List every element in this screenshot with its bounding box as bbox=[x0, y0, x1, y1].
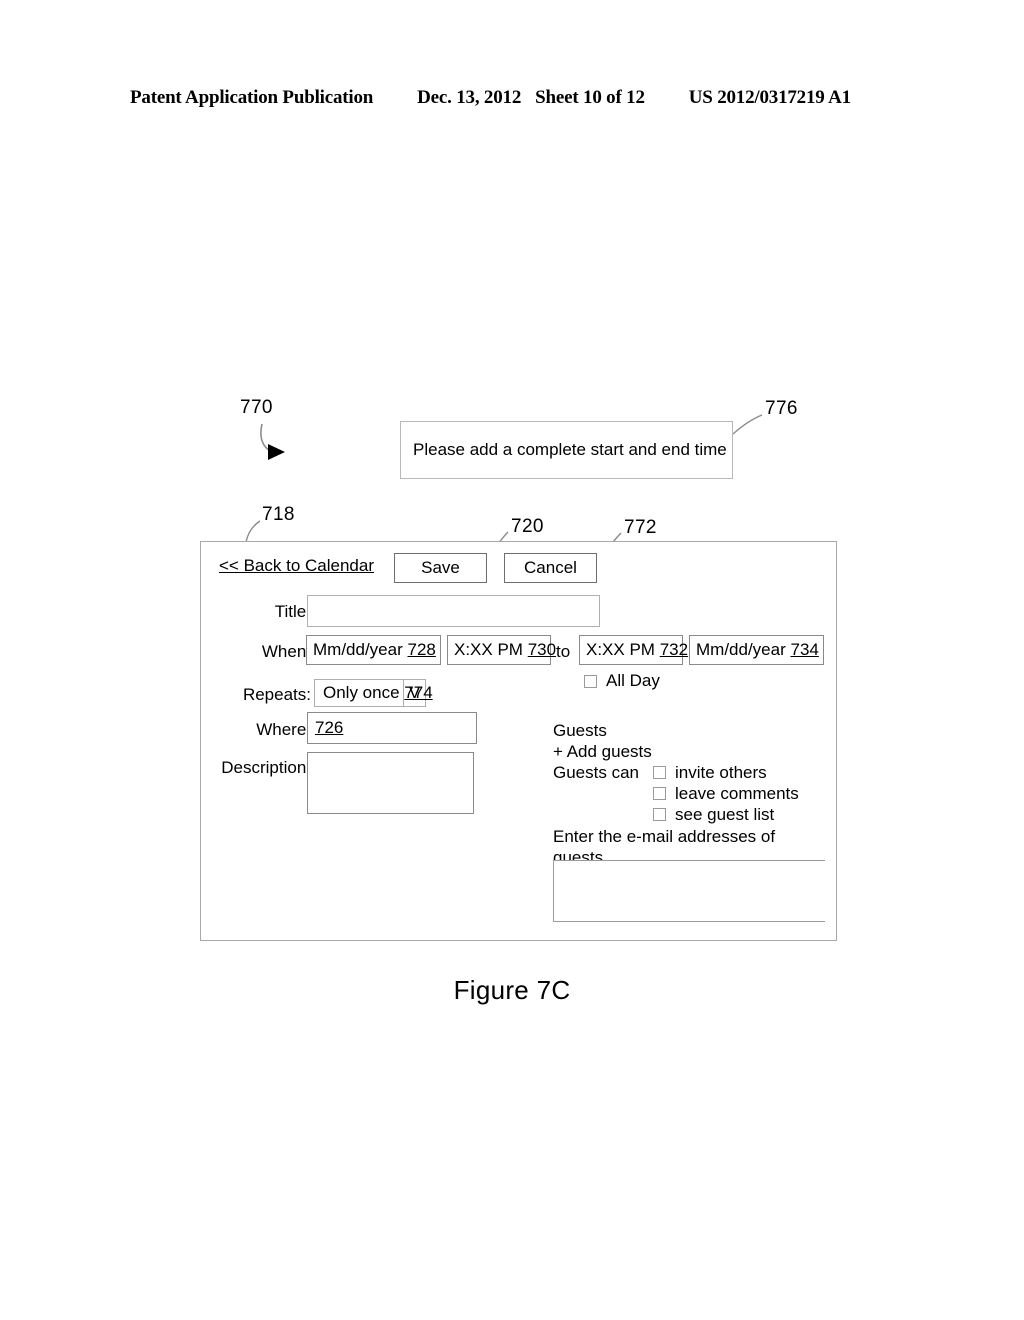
start-date-value: Mm/dd/year bbox=[313, 640, 403, 659]
end-time-input[interactable]: X:XX PM 732 bbox=[579, 635, 688, 665]
guests-can-row: Guests can invite others leave comments … bbox=[553, 762, 833, 825]
permission-leave-comments[interactable]: leave comments bbox=[653, 783, 799, 804]
start-date-ref: 728 bbox=[407, 640, 436, 659]
guest-permissions-list: invite others leave comments see guest l… bbox=[653, 762, 799, 825]
title-input[interactable] bbox=[307, 595, 600, 627]
where-input[interactable]: 726 bbox=[307, 712, 477, 744]
see-guest-list-checkbox[interactable] bbox=[653, 808, 666, 821]
permission-invite-others[interactable]: invite others bbox=[653, 762, 799, 783]
leave-comments-checkbox[interactable] bbox=[653, 787, 666, 800]
see-guest-list-label: see guest list bbox=[675, 805, 775, 824]
start-date-input[interactable]: Mm/dd/year 728 bbox=[306, 635, 441, 665]
description-textarea[interactable] bbox=[307, 752, 474, 814]
repeats-text: Only once bbox=[323, 683, 400, 702]
invite-others-checkbox[interactable] bbox=[653, 766, 666, 779]
callout-776: 776 bbox=[765, 398, 798, 419]
end-date-value: Mm/dd/year bbox=[696, 640, 786, 659]
all-day-label: All Day bbox=[606, 671, 660, 690]
all-day-checkbox[interactable] bbox=[584, 674, 597, 688]
all-day-row[interactable]: All Day bbox=[584, 671, 660, 691]
where-label: Where: bbox=[256, 720, 311, 739]
callout-720: 720 bbox=[511, 516, 544, 537]
guests-heading: Guests bbox=[553, 721, 607, 740]
publication-date: Dec. 13, 2012 bbox=[417, 87, 522, 108]
repeats-dropdown[interactable]: Only once 774 V bbox=[314, 679, 433, 707]
publication-label: Patent Application Publication bbox=[130, 87, 374, 108]
event-editor-panel: << Back to Calendar Save Cancel Title: W… bbox=[200, 541, 837, 941]
chevron-down-icon[interactable]: V bbox=[403, 680, 425, 706]
guests-can-label: Guests can bbox=[553, 763, 639, 782]
leave-comments-label: leave comments bbox=[675, 784, 799, 803]
description-label: Description: bbox=[221, 758, 311, 777]
validation-message-box: Please add a complete start and end time bbox=[400, 421, 733, 479]
cancel-button[interactable]: Cancel bbox=[504, 553, 597, 583]
where-value: 726 bbox=[315, 718, 344, 737]
when-separator-label: to bbox=[556, 642, 571, 661]
when-label: When: bbox=[261, 642, 311, 661]
end-date-input[interactable]: Mm/dd/year 734 bbox=[689, 635, 824, 665]
guest-emails-textarea[interactable] bbox=[553, 860, 825, 922]
callout-772: 772 bbox=[624, 517, 657, 538]
invite-others-label: invite others bbox=[675, 763, 767, 782]
start-time-ref: 730 bbox=[527, 640, 557, 659]
end-time-value: X:XX PM bbox=[586, 640, 655, 659]
end-date-ref: 734 bbox=[790, 640, 819, 659]
save-button[interactable]: Save bbox=[394, 553, 487, 583]
callout-770: 770 bbox=[240, 397, 273, 418]
patent-page-header: Patent Application Publication Dec. 13, … bbox=[130, 87, 890, 109]
add-guests-link[interactable]: + Add guests bbox=[553, 741, 833, 762]
permission-see-guest-list[interactable]: see guest list bbox=[653, 804, 799, 825]
back-to-calendar-link[interactable]: << Back to Calendar bbox=[219, 556, 374, 576]
validation-message-text: Please add a complete start and end time bbox=[413, 440, 727, 459]
repeats-label: Repeats: bbox=[242, 685, 311, 704]
sheet-number: Sheet 10 of 12 bbox=[535, 87, 645, 108]
patent-number: US 2012/0317219 A1 bbox=[688, 87, 851, 108]
start-time-value: X:XX PM bbox=[454, 640, 523, 659]
start-time-input[interactable]: X:XX PM 730 bbox=[447, 635, 556, 665]
figure-caption: Figure 7C bbox=[453, 975, 571, 1005]
callout-718: 718 bbox=[262, 504, 295, 525]
end-time-ref: 732 bbox=[659, 640, 689, 659]
title-label: Title: bbox=[274, 602, 311, 621]
